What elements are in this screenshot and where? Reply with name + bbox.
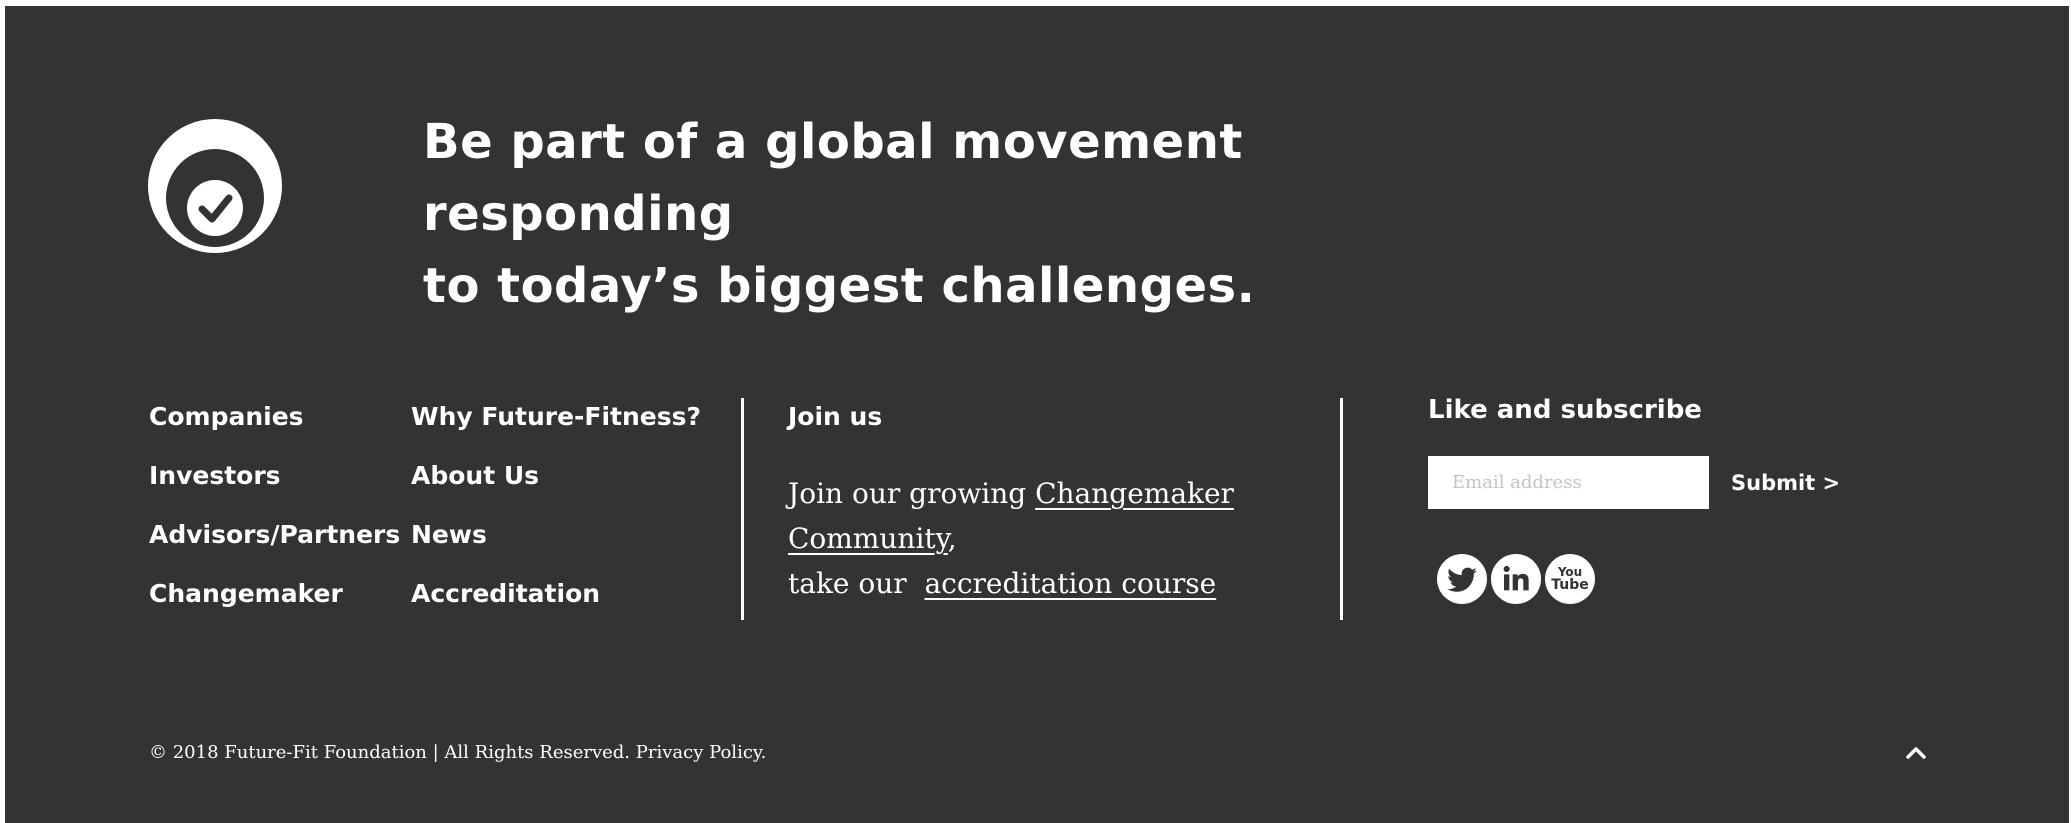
youtube-wordmark: You Tube <box>1551 566 1589 593</box>
nav-link-about-us[interactable]: About Us <box>411 450 701 509</box>
column-divider <box>1340 398 1343 620</box>
linkedin-icon[interactable] <box>1491 554 1541 604</box>
nav-link-investors[interactable]: Investors <box>149 450 400 509</box>
footer-nav-column-primary: Companies Investors Advisors/Partners Ch… <box>149 391 400 627</box>
footer-nav-column-secondary: Why Future-Fitness? About Us News Accred… <box>411 391 701 627</box>
column-divider <box>741 398 744 620</box>
nav-link-why-future-fitness[interactable]: Why Future-Fitness? <box>411 391 701 450</box>
nav-link-changemaker[interactable]: Changemaker <box>149 568 400 627</box>
subscribe-heading: Like and subscribe <box>1428 395 1702 425</box>
copyright-text: © 2018 Future-Fit Foundation | All Right… <box>149 742 767 763</box>
join-text-course-intro: take our <box>788 567 925 600</box>
nav-link-advisors-partners[interactable]: Advisors/Partners <box>149 509 400 568</box>
nav-link-news[interactable]: News <box>411 509 701 568</box>
check-circle-icon[interactable] <box>147 118 283 254</box>
twitter-icon[interactable] <box>1437 554 1487 604</box>
accreditation-course-link[interactable]: accreditation course <box>924 567 1216 600</box>
join-heading: Join us <box>788 402 883 431</box>
join-text: Join our growing Changemaker Community, t… <box>788 471 1248 606</box>
youtube-icon[interactable]: You Tube <box>1545 554 1595 604</box>
headline: Be part of a global movement responding … <box>423 114 1256 314</box>
youtube-wordmark-bottom: Tube <box>1551 576 1589 593</box>
email-input[interactable] <box>1428 456 1709 509</box>
join-text-comma: , <box>947 522 957 555</box>
nav-link-accreditation[interactable]: Accreditation <box>411 568 701 627</box>
join-text-intro: Join our growing <box>788 477 1036 510</box>
nav-link-companies[interactable]: Companies <box>149 391 400 450</box>
submit-button[interactable]: Submit > <box>1723 461 1848 504</box>
youtube-wordmark-top: You <box>1557 564 1583 579</box>
chevron-up-icon[interactable] <box>1898 741 1934 765</box>
site-footer: Be part of a global movement responding … <box>5 6 2069 823</box>
